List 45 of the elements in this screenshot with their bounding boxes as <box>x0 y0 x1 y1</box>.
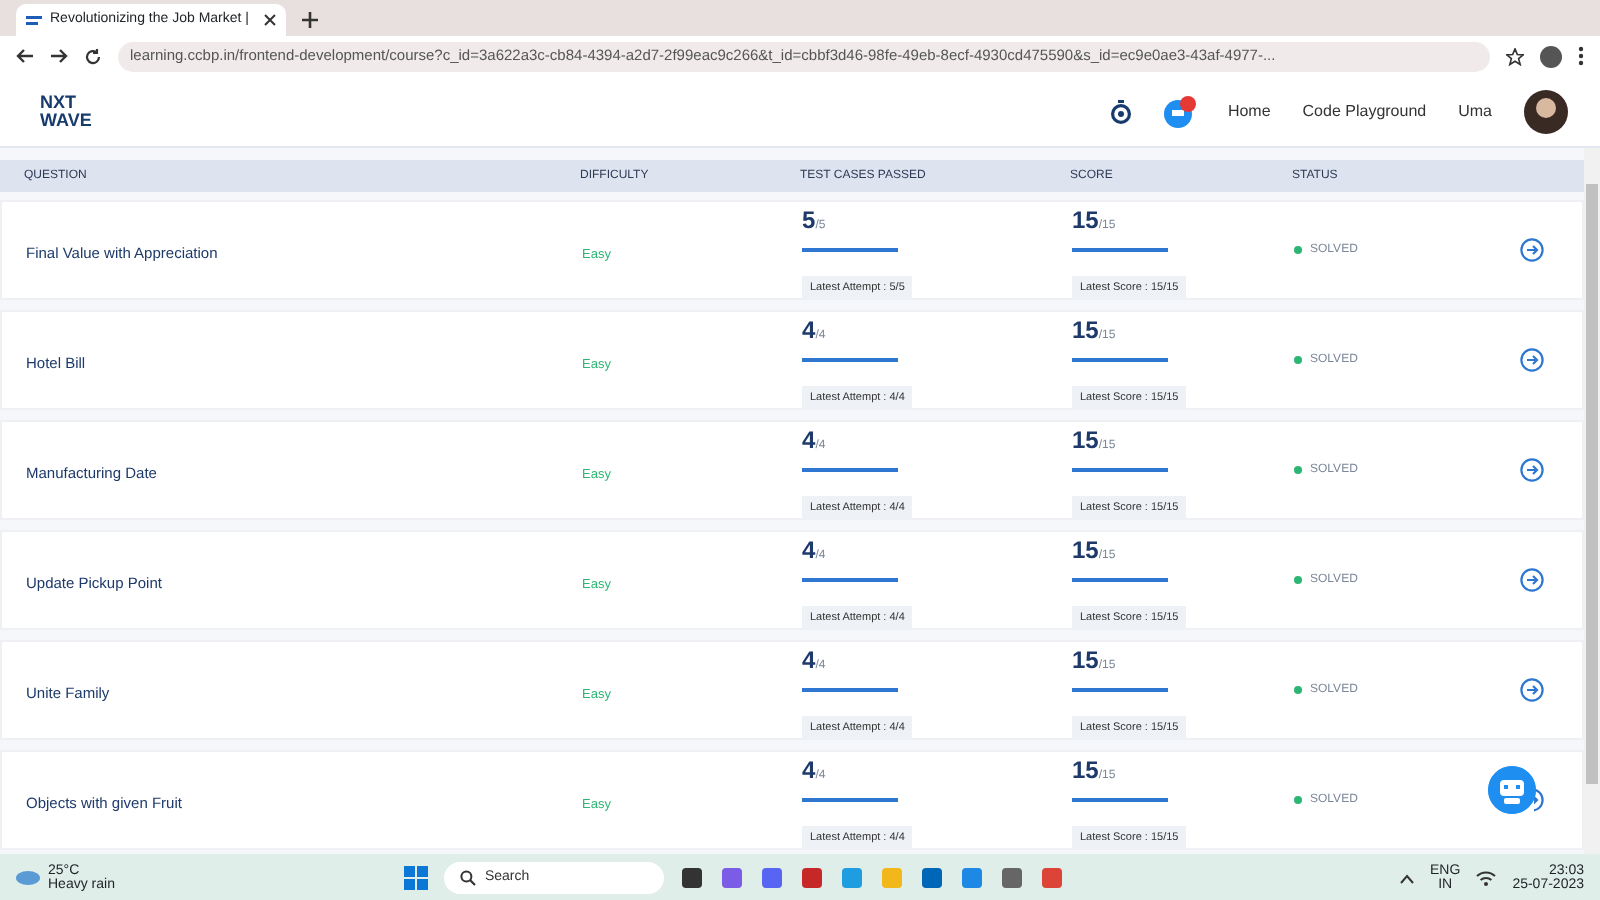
reload-icon[interactable] <box>84 47 102 65</box>
metric-value: 4 <box>802 315 816 343</box>
metric-value: 15 <box>1072 535 1099 563</box>
profile-avatar-icon[interactable] <box>1540 45 1562 67</box>
timer-icon[interactable] <box>1109 99 1132 123</box>
app-icon[interactable] <box>680 866 705 890</box>
chat-icon[interactable] <box>1163 95 1196 127</box>
weather-icon <box>16 868 40 888</box>
metric-value: 15 <box>1072 755 1099 783</box>
arrow-icon[interactable] <box>1520 238 1544 262</box>
star-icon[interactable] <box>1506 47 1524 65</box>
chevron-icon[interactable] <box>1400 873 1415 883</box>
metric-value: 4 <box>802 535 816 563</box>
metric-value: 15 <box>1072 315 1099 343</box>
logo-text: WAVE <box>40 111 92 129</box>
new-tab-icon[interactable] <box>302 12 318 28</box>
close-icon[interactable] <box>264 14 276 26</box>
forward-icon[interactable] <box>50 48 68 64</box>
metric-value: 15 <box>1072 425 1099 453</box>
user-name: Uma <box>1458 99 1492 123</box>
metric-value: 15 <box>1072 205 1099 233</box>
metric-value: 4 <box>802 645 816 673</box>
arrow-icon-edge[interactable] <box>1534 788 1544 812</box>
arrow-icon[interactable] <box>1520 348 1544 372</box>
app-icon[interactable] <box>800 866 825 890</box>
arrow-icon[interactable] <box>1520 568 1544 592</box>
metric-value: 5 <box>802 205 816 233</box>
logo-text: NXT <box>40 93 78 111</box>
wifi-icon[interactable] <box>1476 870 1497 886</box>
back-icon[interactable] <box>16 48 34 64</box>
app-icon[interactable] <box>1000 866 1025 890</box>
metric-value: 4 <box>802 425 816 453</box>
metric-value: 4 <box>802 755 816 783</box>
user-avatar[interactable] <box>1524 89 1568 133</box>
nav-link[interactable]: Code Playground <box>1302 99 1427 123</box>
scrollbar[interactable] <box>1584 148 1600 854</box>
arrow-icon[interactable] <box>1520 458 1544 482</box>
nav-link[interactable]: Home <box>1227 99 1271 123</box>
metric-value: 15 <box>1072 645 1099 673</box>
search-icon <box>460 870 477 886</box>
app-icon[interactable] <box>920 866 945 890</box>
start-icon[interactable] <box>404 866 429 890</box>
menu-icon[interactable] <box>1578 46 1584 66</box>
site-icon <box>26 14 42 26</box>
arrow-icon[interactable] <box>1520 678 1544 702</box>
